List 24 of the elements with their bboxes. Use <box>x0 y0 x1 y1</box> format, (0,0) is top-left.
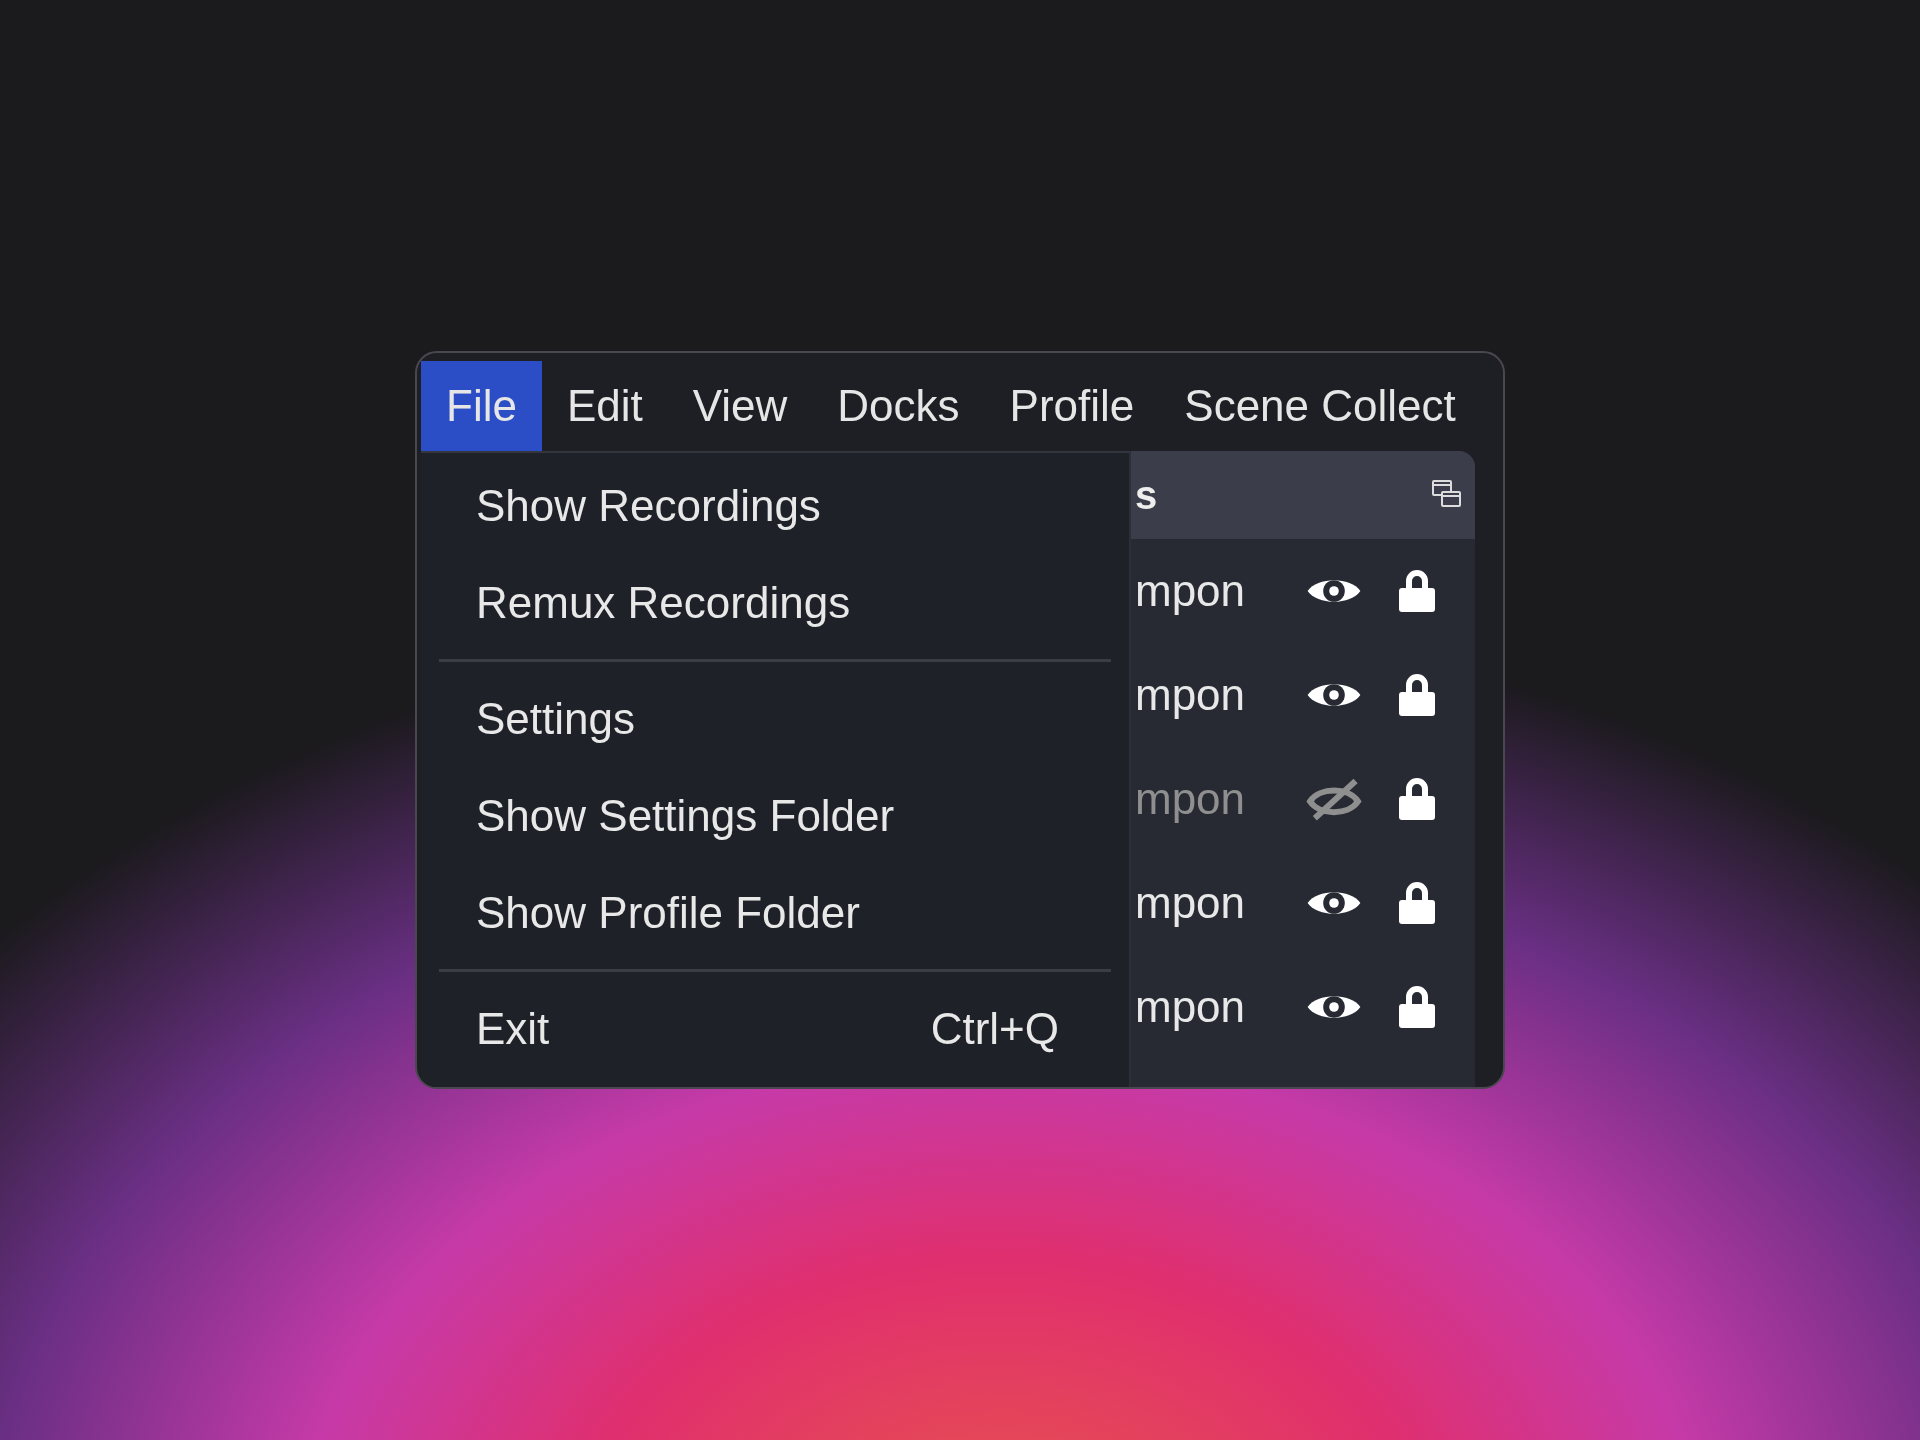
lock-icon[interactable] <box>1397 672 1437 718</box>
source-name: mpon <box>1135 669 1247 721</box>
menu-item[interactable]: Show Recordings <box>476 472 821 539</box>
source-name: mpon <box>1135 773 1247 825</box>
lock-icon[interactable] <box>1397 776 1437 822</box>
menu-item[interactable]: Exit <box>476 995 550 1062</box>
menu-item[interactable]: Remux Recordings <box>476 569 851 636</box>
lock-icon[interactable] <box>1397 568 1437 614</box>
menu-bar-item[interactable]: Scene Collect <box>1159 361 1481 451</box>
menu-bar-item[interactable]: View <box>667 361 813 451</box>
menu-bar-item[interactable]: Docks <box>812 361 985 451</box>
menu-item[interactable]: Show Profile Folder <box>476 879 860 946</box>
menu-bar-item[interactable]: File <box>421 361 542 451</box>
menu-bar-item[interactable]: Edit <box>541 361 668 451</box>
menu-item[interactable]: Settings <box>476 685 635 752</box>
menu-bar-item[interactable]: Profile <box>984 361 1160 451</box>
source-name: mpon <box>1135 877 1247 929</box>
source-name: mpon <box>1135 981 1247 1033</box>
menu-item[interactable]: Show Settings Folder <box>476 782 895 849</box>
source-name: mpon <box>1135 565 1247 617</box>
lock-icon[interactable] <box>1397 984 1437 1030</box>
dock-title: s <box>1135 472 1158 519</box>
lock-icon[interactable] <box>1397 880 1437 926</box>
shortcut-label: Ctrl+Q <box>930 1002 1059 1055</box>
